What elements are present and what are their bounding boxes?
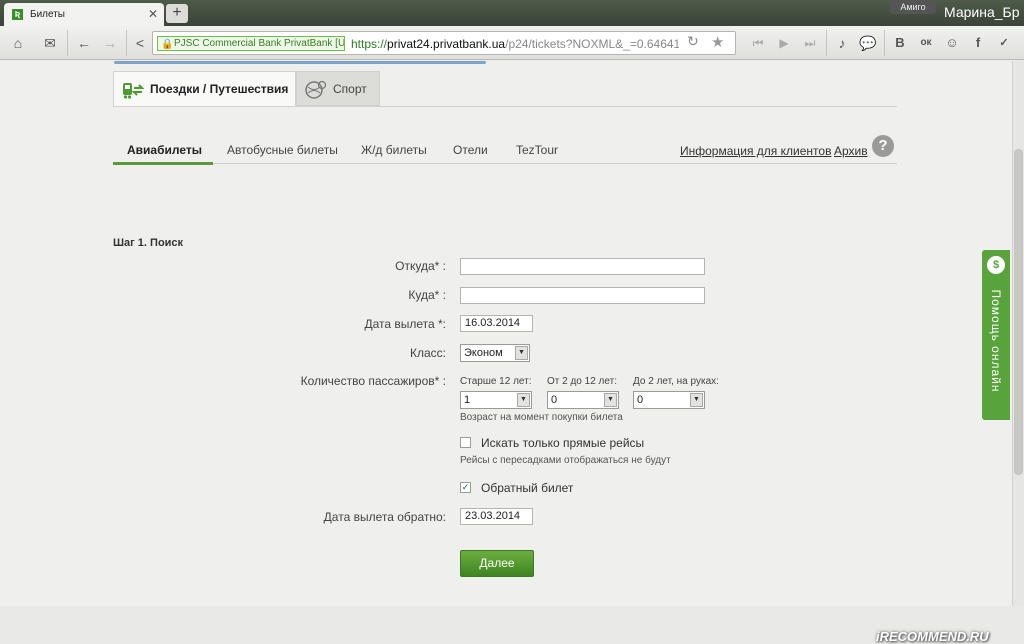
class-select[interactable]: Эконом ▼ (460, 344, 530, 362)
top-accent-line (114, 61, 486, 64)
infants-select-value: 0 (637, 394, 644, 406)
active-subtab-indicator (113, 162, 213, 165)
security-badge[interactable]: 🔒 PJSC Commercial Bank PrivatBank [UA] (157, 36, 345, 51)
subtab-bus[interactable]: Автобусные билеты (227, 143, 338, 157)
from-label: Откуда* : (395, 259, 446, 273)
next-button[interactable]: Далее (460, 550, 534, 577)
share-icon[interactable]: < (128, 31, 152, 55)
reload-icon[interactable]: ↻ (687, 33, 699, 50)
children-label: От 2 до 12 лет: (547, 376, 617, 387)
browser-titlebar: Ʀ Билеты ✕ + Амиго Марина_Бр (0, 0, 1024, 26)
archive-link[interactable]: Архив (834, 144, 868, 158)
chevron-down-icon: ▼ (517, 393, 530, 407)
privatbank-favicon-icon: Ʀ (12, 9, 23, 20)
previous-track-icon[interactable]: ⏮ (746, 31, 770, 55)
subtab-air[interactable]: Авиабилеты (127, 143, 202, 157)
subtab-divider (113, 163, 897, 164)
browser-toolbar: ⌂ ✉ ← → < 🔒 PJSC Commercial Bank PrivatB… (0, 26, 1024, 60)
close-tab-icon[interactable]: ✕ (148, 7, 158, 21)
new-tab-button[interactable]: + (166, 4, 188, 23)
twitter-icon[interactable]: ✓ (992, 31, 1016, 55)
url-text[interactable]: https://privat24.privatbank.ua/p24/ticke… (351, 37, 679, 51)
back-icon[interactable]: ← (72, 31, 96, 55)
category-divider (113, 106, 897, 107)
to-input[interactable] (460, 287, 705, 304)
adults-label: Старше 12 лет: (460, 376, 532, 387)
adults-select-value: 1 (464, 394, 471, 406)
home-icon[interactable]: ⌂ (6, 31, 30, 55)
online-help-widget[interactable]: $ Помощь онлайн (982, 250, 1010, 420)
tab-travel-label: Поездки / Путешествия (150, 82, 289, 96)
tab-sport[interactable]: Спорт (296, 71, 380, 106)
depart-date-label: Дата вылета *: (364, 317, 446, 331)
tab-travel[interactable]: Поездки / Путешествия (113, 71, 296, 106)
address-bar[interactable]: 🔒 PJSC Commercial Bank PrivatBank [UA] h… (152, 31, 736, 55)
music-icon[interactable]: ♪ (830, 31, 854, 55)
amigo-label[interactable]: Амиго (890, 0, 936, 14)
class-label: Класс: (410, 346, 446, 360)
page-content: Поездки / Путешествия Спорт Авиабилеты А… (0, 61, 1012, 644)
mail-icon[interactable]: ✉ (38, 31, 62, 55)
vk-icon[interactable]: В (888, 31, 912, 55)
browser-tab[interactable]: Ʀ Билеты ✕ (4, 3, 164, 26)
friends-icon[interactable]: ☺ (940, 31, 964, 55)
next-track-icon[interactable]: ⏭ (798, 31, 822, 55)
subtab-hotels[interactable]: Отели (453, 143, 488, 157)
infants-label: До 2 лет, на руках: (633, 376, 719, 387)
user-name[interactable]: Марина_Бр (944, 4, 1020, 20)
chevron-down-icon: ▼ (604, 393, 617, 407)
direct-flights-label[interactable]: Искать только прямые рейсы (481, 436, 644, 450)
chat-icon[interactable]: 💬 (856, 31, 880, 55)
depart-date-input[interactable]: 16.03.2014 (460, 315, 533, 332)
help-icon[interactable]: ? (872, 135, 894, 157)
return-date-input[interactable]: 23.03.2014 (460, 508, 533, 525)
dollar-icon: $ (987, 256, 1005, 274)
step-title: Шаг 1. Поиск (113, 237, 184, 249)
class-select-value: Эконом (464, 347, 503, 359)
subtab-rail[interactable]: Ж/д билеты (361, 143, 427, 157)
from-input[interactable] (460, 258, 705, 275)
forward-icon[interactable]: → (98, 31, 122, 55)
watermark: iRECOMMEND.RU (876, 629, 989, 644)
return-date-label: Дата вылета обратно: (323, 510, 446, 524)
tab-title: Билеты (30, 9, 65, 20)
train-icon (123, 83, 144, 99)
play-icon[interactable]: ▶ (772, 31, 796, 55)
tab-sport-label: Спорт (333, 82, 367, 96)
adults-select[interactable]: 1 ▼ (460, 391, 532, 409)
age-note: Возраст на момент покупки билета (460, 412, 623, 423)
sport-ball-icon (305, 80, 327, 99)
cert-label: PJSC Commercial Bank PrivatBank [UA] (174, 38, 345, 49)
odnoklassniki-icon[interactable]: ок (914, 31, 938, 55)
chevron-down-icon: ▼ (690, 393, 703, 407)
bookmark-star-icon[interactable]: ★ (711, 33, 724, 51)
passengers-label: Количество пассажиров* : (300, 374, 446, 388)
chevron-down-icon: ▼ (515, 346, 528, 360)
online-help-label: Помощь онлайн (989, 289, 1003, 393)
scrollbar-thumb[interactable] (1014, 149, 1023, 475)
children-select-value: 0 (551, 394, 558, 406)
children-select[interactable]: 0 ▼ (547, 391, 619, 409)
to-label: Куда* : (408, 288, 446, 302)
infants-select[interactable]: 0 ▼ (633, 391, 705, 409)
subtab-teztour[interactable]: TezTour (516, 143, 558, 157)
direct-flights-note: Рейсы с пересадками отображаться не буду… (460, 455, 671, 466)
return-ticket-checkbox[interactable]: ✓ (460, 482, 471, 493)
direct-flights-checkbox[interactable] (460, 437, 471, 448)
facebook-icon[interactable]: f (966, 31, 990, 55)
return-ticket-label[interactable]: Обратный билет (481, 481, 573, 495)
client-info-link[interactable]: Информация для клиентов (680, 144, 831, 158)
lock-icon: 🔒 (161, 39, 174, 50)
page-scrollbar[interactable] (1012, 61, 1024, 606)
